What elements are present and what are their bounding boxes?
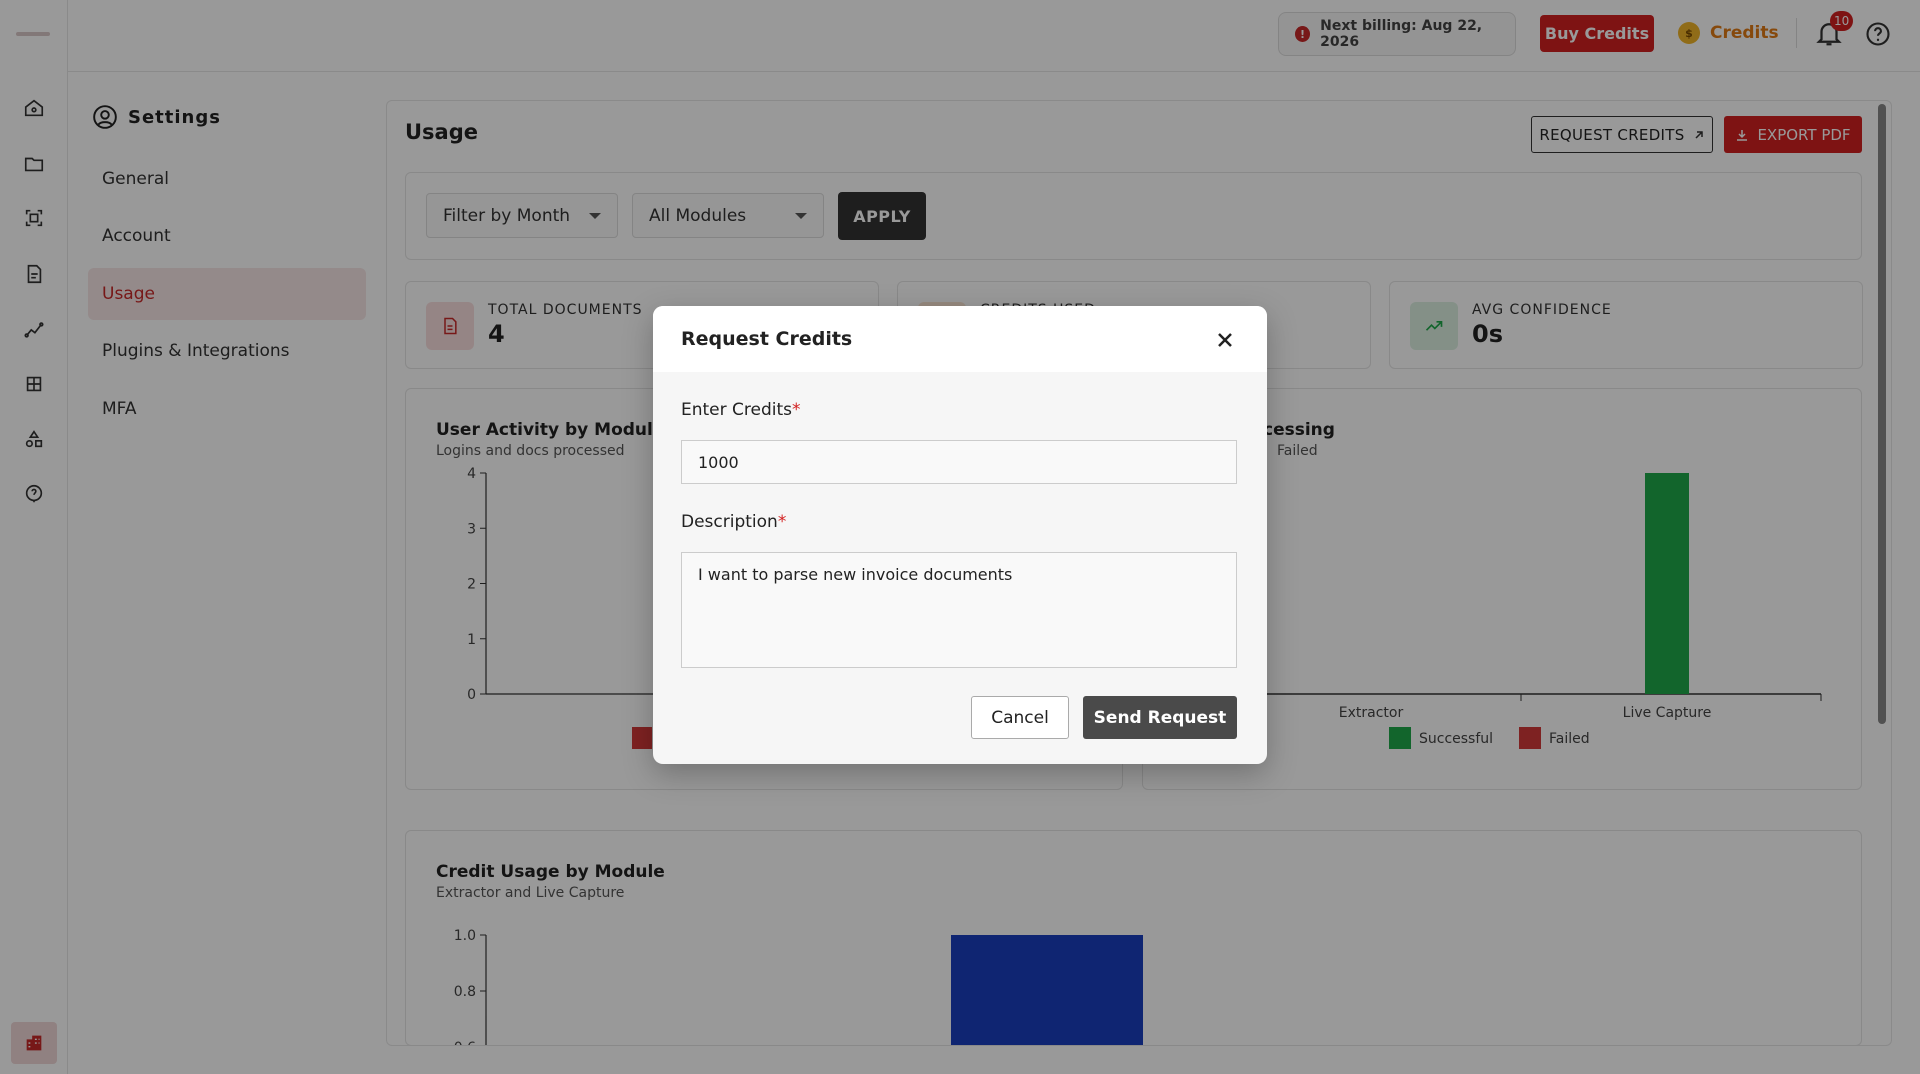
modal-header: Request Credits [653,306,1267,372]
credits-label-text: Enter Credits [681,400,793,420]
required-mark: * [792,400,801,420]
send-request-button[interactable]: Send Request [1083,696,1237,739]
credits-field-label: Enter Credits* [681,400,801,420]
required-mark: * [777,512,787,532]
description-textarea[interactable]: I want to parse new invoice documents [681,552,1237,668]
description-field-label: Description* [681,512,786,532]
close-icon[interactable] [1213,328,1237,352]
credits-input[interactable]: 1000 [681,440,1237,484]
cancel-button[interactable]: Cancel [971,696,1069,739]
description-label-text: Description [681,512,778,532]
request-credits-modal: Request Credits Enter Credits* 1000 Desc… [653,306,1267,764]
modal-title: Request Credits [681,328,853,350]
